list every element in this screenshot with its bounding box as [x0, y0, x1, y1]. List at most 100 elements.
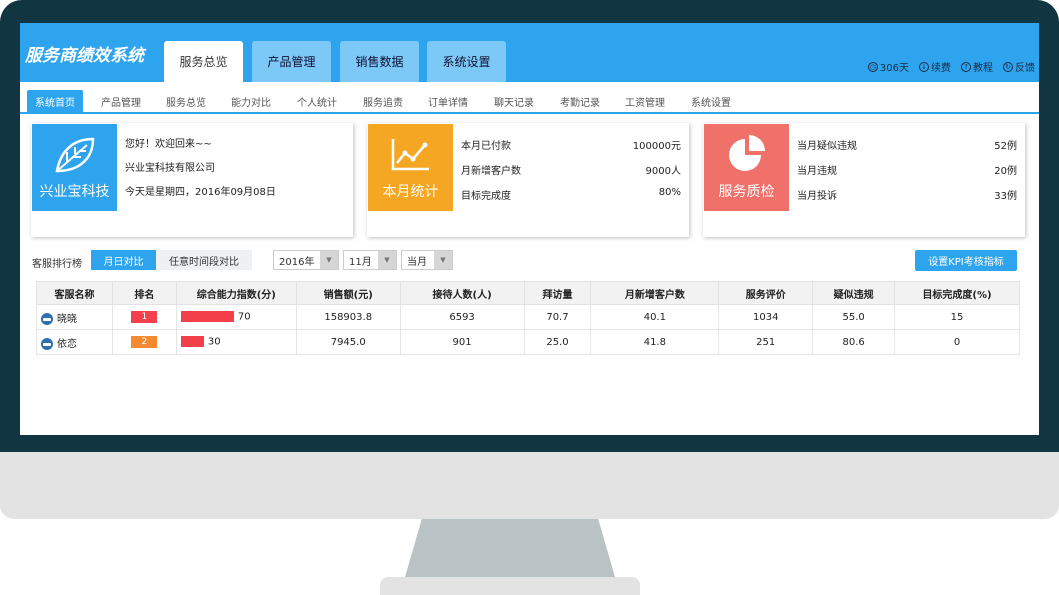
column-header: 目标完成度(%): [894, 281, 1020, 305]
renew-label: 续费: [931, 63, 951, 74]
score-value: 30: [207, 336, 221, 348]
agent-name-cell: 依恋: [36, 329, 113, 355]
score-cell: 30: [175, 329, 297, 355]
stat-value: 33例: [994, 191, 1017, 202]
month-select-value: 11月: [349, 256, 372, 268]
completion-cell: 0: [894, 329, 1020, 355]
chevron-down-icon: ▼: [434, 251, 452, 269]
visitors-cell: 6593: [399, 304, 525, 330]
renew-button[interactable]: ↓ 续费: [919, 59, 951, 74]
top-bar: 服务商绩效系统 服务总览 产品管理 销售数据 系统设置 ◷ 306天 ↓ 续费 …: [20, 23, 1039, 82]
stat-value: 80%: [658, 187, 681, 198]
subtab-overview[interactable]: 服务总览: [158, 90, 214, 112]
subtab-payroll[interactable]: 工资管理: [617, 90, 673, 112]
stat-label: 当月违规: [797, 166, 837, 177]
app-screen: 服务商绩效系统 服务总览 产品管理 销售数据 系统设置 ◷ 306天 ↓ 续费 …: [20, 23, 1039, 435]
stat-label: 当月疑似违规: [797, 141, 857, 152]
rating-cell: 1034: [718, 304, 814, 330]
rank-cell: 1: [111, 304, 177, 330]
main-tab-overview[interactable]: 服务总览: [164, 41, 243, 82]
rank-badge: 1: [131, 311, 158, 323]
company-logo-text: 兴业宝科技: [39, 184, 110, 200]
subtab-personal-stats[interactable]: 个人统计: [289, 90, 345, 112]
stat-value: 20例: [994, 166, 1017, 177]
table-header-row: 客服名称 排名 综合能力指数(分) 销售额(元) 接待人数(人) 拜访量 月新增…: [36, 281, 1020, 305]
tutorial-label: 教程: [973, 63, 993, 74]
column-header: 排名: [111, 281, 177, 305]
score-bar: [180, 311, 234, 323]
visits-cell: 70.7: [523, 304, 592, 330]
stat-row-completion: 目标完成度 80%: [461, 187, 681, 202]
subtab-order-details[interactable]: 订单详情: [420, 90, 476, 112]
stat-label: 本月已付款: [461, 141, 511, 152]
subtab-attendance[interactable]: 考勤记录: [552, 90, 608, 112]
chevron-down-icon: ▼: [378, 251, 396, 269]
suspected-cell: 80.6: [812, 329, 896, 355]
subtab-ability-compare[interactable]: 能力对比: [223, 90, 279, 112]
quality-title: 服务质检: [718, 184, 775, 200]
stat-value: 100000元: [632, 141, 681, 152]
rating-cell: 251: [718, 329, 814, 355]
subtab-products[interactable]: 产品管理: [93, 90, 149, 112]
column-header: 客服名称: [36, 281, 113, 305]
period-select-value: 当月: [407, 256, 427, 268]
download-icon: ↓: [919, 61, 929, 72]
stat-row-violations: 当月违规 20例: [797, 162, 1017, 177]
completion-cell: 15: [894, 304, 1020, 330]
sales-cell: 158903.8: [295, 304, 401, 330]
main-tab-settings[interactable]: 系统设置: [427, 41, 506, 82]
main-tab-products[interactable]: 产品管理: [252, 41, 331, 82]
month-select[interactable]: 11月 ▼: [343, 250, 397, 270]
agent-avatar-icon: [41, 312, 53, 325]
monitor-stand-neck: [405, 519, 615, 577]
custom-period-toggle[interactable]: 任意时间段对比: [156, 250, 252, 270]
stat-label: 月新增客户数: [461, 166, 521, 177]
suspected-cell: 55.0: [812, 304, 896, 330]
stat-row-complaints: 当月投诉 33例: [797, 187, 1017, 202]
agent-name: 晓晓: [57, 313, 77, 325]
agent-name: 依恋: [57, 338, 77, 350]
pie-chart-icon: [728, 135, 765, 171]
subtab-system-settings[interactable]: 系统设置: [683, 90, 739, 112]
company-name: 兴业宝科技有限公司: [125, 163, 215, 174]
monthly-stats-title: 本月统计: [382, 184, 439, 200]
new-customers-cell: 40.1: [590, 304, 720, 330]
subtab-home[interactable]: 系统首页: [27, 90, 83, 112]
stat-value: 52例: [994, 141, 1017, 152]
tutorial-button[interactable]: ? 教程: [961, 59, 993, 74]
top-actions: ◷ 306天 ↓ 续费 ? 教程 ↻ 反馈: [867, 59, 1035, 74]
days-remaining-label: 306天: [879, 63, 909, 74]
new-customers-cell: 41.8: [590, 329, 720, 355]
quality-card: 服务质检 当月疑似违规 52例 当月违规 20例 当月投诉 33例: [703, 123, 1025, 237]
ranking-table: 客服名称 排名 综合能力指数(分) 销售额(元) 接待人数(人) 拜访量 月新增…: [36, 281, 1020, 355]
welcome-card: 兴业宝科技 您好！欢迎回来~~ 兴业宝科技有限公司 今天是星期四，2016年09…: [31, 123, 353, 237]
feedback-button[interactable]: ↻ 反馈: [1003, 59, 1035, 74]
table-row[interactable]: 晓晓 1 70 158903.8 6593 70.7 40.1 1034 55.…: [36, 304, 1020, 330]
period-select[interactable]: 当月 ▼: [401, 250, 453, 270]
subtab-accountability[interactable]: 服务追责: [355, 90, 411, 112]
monthly-stats-card: 本月统计 本月已付款 100000元 月新增客户数 9000人 目标完成度 80…: [367, 123, 689, 237]
visitors-cell: 901: [399, 329, 525, 355]
visits-cell: 25.0: [523, 329, 592, 355]
column-header: 接待人数(人): [399, 281, 525, 305]
column-header: 销售额(元): [295, 281, 401, 305]
greeting-text: 您好！欢迎回来~~: [125, 139, 212, 150]
stat-value: 9000人: [645, 166, 681, 177]
kpi-settings-button[interactable]: 设置KPI考核指标: [915, 250, 1017, 271]
stat-row-paid: 本月已付款 100000元: [461, 137, 681, 152]
subtab-chat-records[interactable]: 聊天记录: [486, 90, 542, 112]
main-tab-sales[interactable]: 销售数据: [340, 41, 419, 82]
help-icon: ?: [961, 61, 971, 72]
column-header: 综合能力指数(分): [175, 281, 297, 305]
table-row[interactable]: 依恋 2 30 7945.0 901 25.0 41.8 251 80.6 0: [36, 329, 1020, 355]
year-select[interactable]: 2016年 ▼: [273, 250, 339, 270]
days-remaining-button[interactable]: ◷ 306天: [867, 59, 909, 74]
sub-nav: 系统首页 产品管理 服务总览 能力对比 个人统计 服务追责 订单详情 聊天记录 …: [20, 82, 1039, 114]
column-header: 疑似违规: [812, 281, 896, 305]
score-value: 70: [237, 311, 251, 323]
score-cell: 70: [175, 304, 297, 330]
refresh-icon: ↻: [1003, 61, 1013, 72]
monthly-stats-icon-tile: 本月统计: [368, 124, 453, 211]
chevron-down-icon: ▼: [320, 251, 338, 269]
month-compare-toggle[interactable]: 月日对比: [91, 250, 156, 270]
